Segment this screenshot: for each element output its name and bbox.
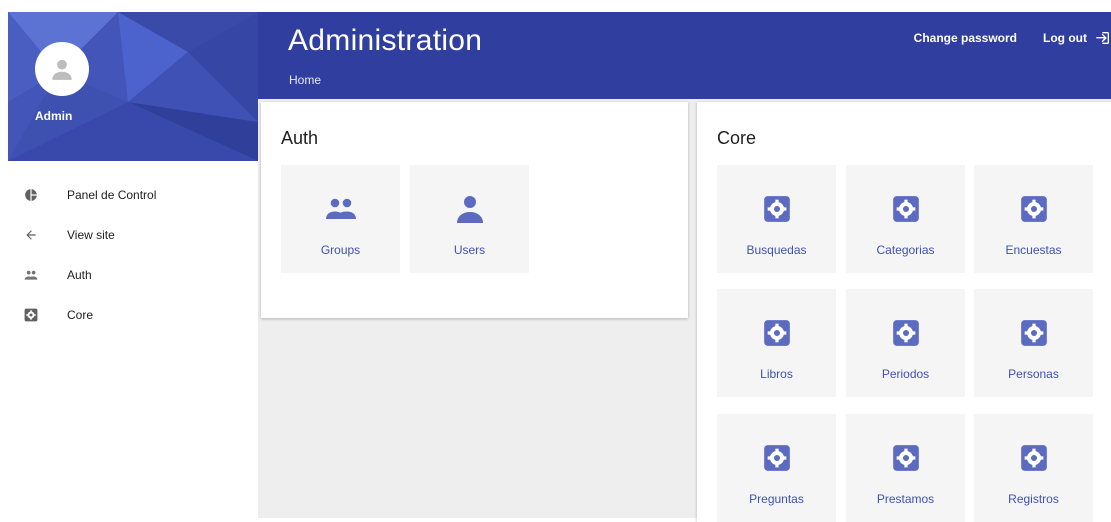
model-label: Groups: [320, 243, 361, 257]
people-icon: [23, 267, 39, 283]
model-tile-libros[interactable]: Libros: [717, 289, 836, 397]
model-label: Prestamos: [876, 492, 935, 506]
gear-box-icon: [23, 307, 39, 323]
model-label: Preguntas: [749, 492, 804, 506]
profile-header: Admin: [8, 12, 258, 161]
gear-box-icon: [763, 318, 791, 348]
sidebar-item-view-site[interactable]: View site: [8, 215, 258, 255]
breadcrumb[interactable]: Home: [289, 73, 321, 87]
top-header: Administration Home Change password Log …: [258, 12, 1111, 99]
model-tile-preguntas[interactable]: Preguntas: [717, 414, 836, 522]
gear-box-icon: [892, 318, 920, 348]
app-card-core: Core Busquedas Categorias Encuestas Libr…: [697, 102, 1111, 522]
sidebar: Admin Panel de Control View site Auth Co…: [8, 12, 258, 518]
logout-icon[interactable]: [1095, 30, 1111, 46]
gear-box-icon: [1020, 318, 1048, 348]
app-title: Core: [717, 128, 757, 148]
model-label: Periodos: [881, 367, 930, 381]
model-label: Encuestas: [1005, 243, 1062, 257]
model-tile-users[interactable]: Users: [410, 165, 529, 273]
change-password-link[interactable]: Change password: [914, 31, 1017, 45]
person-icon: [456, 194, 483, 224]
model-tile-encuestas[interactable]: Encuestas: [974, 165, 1093, 273]
sidebar-item-label: View site: [67, 228, 115, 242]
sidebar-item-auth[interactable]: Auth: [8, 255, 258, 295]
model-tile-personas[interactable]: Personas: [974, 289, 1093, 397]
page-title: Administration: [288, 24, 483, 57]
user-tools: Change password Log out: [914, 30, 1111, 46]
arrow-left-icon: [23, 227, 39, 243]
model-tile-prestamos[interactable]: Prestamos: [846, 414, 965, 522]
gear-box-icon: [1020, 194, 1048, 224]
sidebar-item-label: Auth: [67, 268, 92, 282]
sidebar-nav: Panel de Control View site Auth Core: [8, 161, 258, 335]
app-title: Auth: [281, 128, 319, 148]
gear-box-icon: [892, 443, 920, 473]
gear-box-icon: [1020, 443, 1048, 473]
model-label: Users: [453, 243, 486, 257]
gear-box-icon: [892, 194, 920, 224]
model-label: Categorias: [876, 243, 935, 257]
avatar: [35, 42, 89, 96]
model-tile-categorias[interactable]: Categorias: [846, 165, 965, 273]
person-icon: [52, 59, 72, 80]
sidebar-item-label: Panel de Control: [67, 188, 157, 202]
model-label: Registros: [1008, 492, 1059, 506]
pie-chart-icon: [23, 187, 39, 203]
app-card-auth: Auth Groups Users: [261, 102, 688, 318]
logout-link[interactable]: Log out: [1043, 31, 1087, 45]
model-tile-registros[interactable]: Registros: [974, 414, 1093, 522]
model-tile-groups[interactable]: Groups: [281, 165, 400, 273]
model-label: Personas: [1008, 367, 1059, 381]
model-label: Busquedas: [746, 243, 807, 257]
model-tile-periodos[interactable]: Periodos: [846, 289, 965, 397]
sidebar-item-label: Core: [67, 308, 94, 322]
model-label: Libros: [760, 367, 793, 381]
username: Admin: [35, 109, 73, 123]
people-icon: [325, 194, 356, 224]
sidebar-item-panel-de-control[interactable]: Panel de Control: [8, 175, 258, 215]
model-tile-busquedas[interactable]: Busquedas: [717, 165, 836, 273]
gear-box-icon: [763, 443, 791, 473]
sidebar-item-core[interactable]: Core: [8, 295, 258, 335]
main-content: Auth Groups Users Core Busquedas Categor…: [258, 99, 1111, 522]
gear-box-icon: [763, 194, 791, 224]
